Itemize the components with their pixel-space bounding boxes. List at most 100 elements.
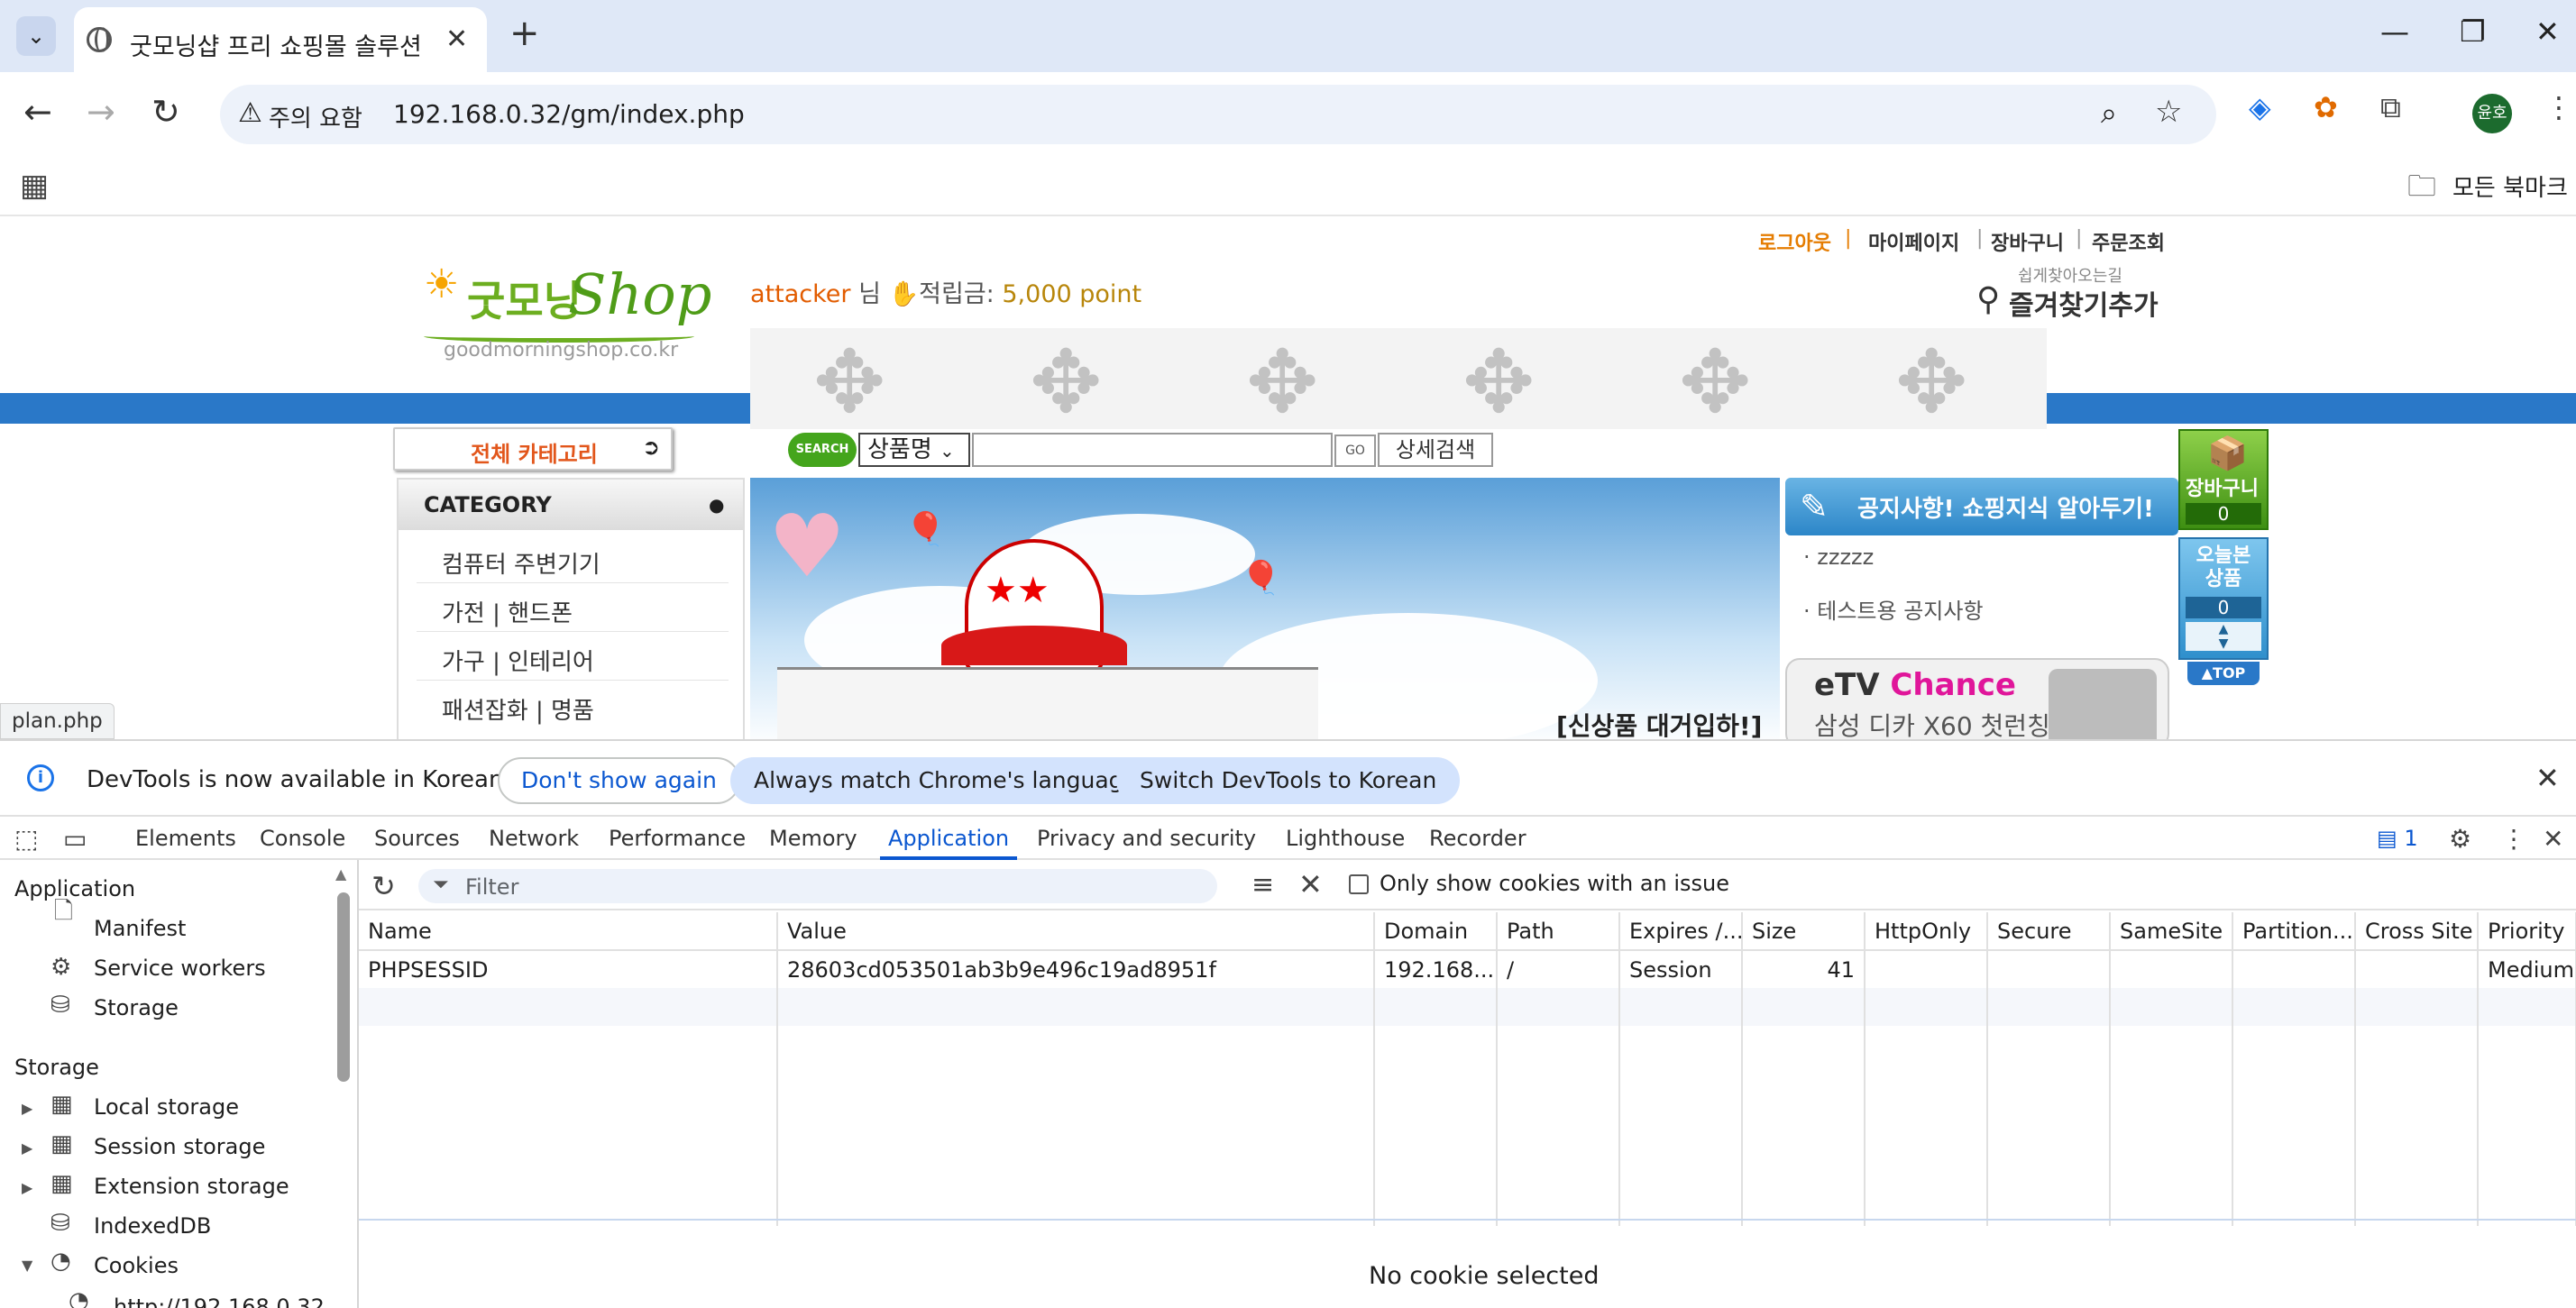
category-item[interactable]: 가전 | 핸드폰 [442,595,573,628]
column-header-size[interactable]: Size [1742,912,1866,951]
issues-counter[interactable]: ▤ 1 [2377,826,2418,851]
main-banner[interactable]: ♥ 🎈 🎈 ★★ [신상품 대거입하!] [750,478,1780,739]
folder-icon[interactable]: 🗀 [2407,166,2436,215]
cell-secure[interactable] [1987,950,2111,988]
zoom-icon[interactable]: ⌕ [2101,96,2117,131]
notice-header[interactable]: ✎ 공지사항! 쇼핑지식 알아두기! [1785,478,2178,535]
column-header-cross-site[interactable]: Cross Site [2355,912,2479,951]
column-header-domain[interactable]: Domain [1374,912,1498,951]
column-header-partition[interactable]: Partition... [2232,912,2356,951]
profile-avatar[interactable]: 윤호 [2472,94,2512,133]
search-type-select[interactable]: 상품명 ⌄ [858,433,970,467]
switch-to-korean-button[interactable]: Switch DevTools to Korean [1116,757,1461,804]
column-header-priority[interactable]: Priority [2478,912,2576,951]
menu-kebab-icon[interactable]: ⋮ [2544,90,2573,124]
column-header-samesite[interactable]: SameSite [2110,912,2233,951]
cell-expires[interactable]: Session [1619,950,1743,988]
tab-application[interactable]: Application [888,826,1009,851]
cell-size[interactable]: 41 [1742,950,1866,988]
inspect-element-icon[interactable]: ⬚ [14,824,38,854]
category-item[interactable]: 가구 | 인테리어 [442,644,594,677]
url-text[interactable]: 192.168.0.32/gm/index.php [393,99,745,129]
sidebar-item-extension-storage[interactable]: Extension storage [94,1174,289,1199]
column-header-secure[interactable]: Secure [1987,912,2111,951]
cell-value[interactable]: 28603cd053501ab3b9e496c19ad8951f [777,950,1375,988]
tab-recorder[interactable]: Recorder [1429,826,1526,851]
sidebar-item-storage[interactable]: Storage [94,995,179,1020]
tab-lighthouse[interactable]: Lighthouse [1286,826,1405,851]
scroll-arrows-icon[interactable]: ▲ ▼ [2186,622,2261,651]
refresh-icon[interactable]: ↻ [371,869,396,903]
warning-icon[interactable]: ⚠ [238,97,262,129]
match-chrome-language-button[interactable]: Always match Chrome's language [730,757,1160,804]
category-item[interactable]: 컴퓨터 주변기기 [442,546,600,580]
tab-search-button[interactable]: ⌄ [16,16,56,56]
security-label[interactable]: 주의 요함 [269,100,362,133]
sidebar-item-service-workers[interactable]: Service workers [94,956,266,981]
device-toolbar-icon[interactable]: ▭ [63,824,87,854]
cell-cross-site[interactable] [2355,950,2479,988]
cart-link[interactable]: 장바구니 [1991,227,2064,256]
tab-performance[interactable]: Performance [609,826,746,851]
tab-privacy-security[interactable]: Privacy and security [1037,826,1256,851]
tab-console[interactable]: Console [260,826,345,851]
notice-item-text[interactable]: 테스트용 공지사항 [1817,599,1983,624]
only-issues-checkbox[interactable] [1349,874,1369,894]
new-tab-button[interactable]: + [509,13,540,54]
side-cart-widget[interactable]: 📦 장바구니 0 [2178,429,2269,530]
cell-partition[interactable] [2232,950,2356,988]
all-category-button[interactable]: 전체 카테고리 ➲ [393,427,673,471]
scroll-up-arrow-icon[interactable]: ▲ [335,865,346,883]
table-row[interactable]: PHPSESSID 28603cd053501ab3b9e496c19ad895… [359,950,2576,988]
clear-all-cookies-icon[interactable]: ≡ [1251,869,1274,901]
notice-item[interactable]: · zzzzz [1803,544,1874,570]
order-lookup-link[interactable]: 주문조회 [2092,227,2165,256]
extensions-icon[interactable]: ⧉ [2380,90,2401,125]
restore-button[interactable]: ❐ [2460,14,2486,49]
minimize-button[interactable]: — [2380,14,2409,49]
column-header-expires[interactable]: Expires /... [1619,912,1743,951]
dont-show-again-button[interactable]: Don't show again [498,757,740,804]
sidebar-item-session-storage[interactable]: Session storage [94,1134,265,1159]
column-header-httponly[interactable]: HttpOnly [1865,912,1988,951]
column-header-value[interactable]: Value [777,912,1375,951]
tab-memory[interactable]: Memory [769,826,857,851]
sidebar-item-indexeddb[interactable]: IndexedDB [94,1213,211,1239]
top-button[interactable]: ▲TOP [2187,662,2260,685]
category-item[interactable]: 패션잡화 | 명품 [442,692,594,726]
filter-input[interactable]: ⏷ Filter [418,869,1217,903]
browser-tab[interactable]: 굿모닝샵 프리 쇼핑몰 솔루션 ✕ [74,7,487,72]
cell-path[interactable]: / [1497,950,1620,988]
back-icon[interactable]: ← [23,92,52,132]
cell-domain[interactable]: 192.168.... [1374,950,1498,988]
mypage-link[interactable]: 마이페이지 [1868,227,1959,256]
sidebar-item-manifest[interactable]: Manifest [94,916,186,941]
notice-item[interactable]: · 테스트용 공지사항 [1803,593,1984,625]
delete-selected-icon[interactable]: ✕ [1298,867,1323,901]
tab-elements[interactable]: Elements [135,826,236,851]
sidebar-scrollbar[interactable] [337,892,350,1082]
close-window-button[interactable]: ✕ [2535,14,2560,49]
close-devtools-icon[interactable]: ✕ [2543,824,2563,854]
close-banner-icon[interactable]: ✕ [2535,761,2560,795]
reload-icon[interactable]: ↻ [151,92,180,132]
column-header-name[interactable]: Name [359,912,778,951]
extension-cast-icon[interactable]: ◈ [2249,90,2271,124]
column-header-path[interactable]: Path [1497,912,1620,951]
collapse-triangle-icon[interactable]: ▼ [22,1257,32,1274]
expand-triangle-icon[interactable]: ▶ [22,1179,32,1196]
cell-priority[interactable]: Medium [2478,950,2576,988]
more-options-icon[interactable]: ⋮ [2501,824,2526,854]
settings-gear-icon[interactable]: ⚙ [2449,824,2471,854]
expand-triangle-icon[interactable]: ▶ [22,1100,32,1117]
sidebar-item-cookie-origin[interactable]: http://192.168.0.32 [114,1294,325,1308]
etv-banner[interactable]: eTV Chance 삼성 디카 X60 첫런칭 [1785,658,2169,739]
forward-icon[interactable]: → [87,92,115,132]
site-logo[interactable]: ☀ 굿모닝 Shop goodmorningshop.co.kr [424,261,712,379]
all-bookmarks-label[interactable]: 모든 북마크 [2452,169,2568,203]
only-issues-label[interactable]: Only show cookies with an issue [1380,871,1729,896]
address-bar[interactable]: ⚠ 주의 요함 192.168.0.32/gm/index.php ⌕ ☆ [220,85,2216,144]
apps-grid-icon[interactable]: ▦ [20,168,49,204]
sidebar-item-cookies[interactable]: Cookies [94,1253,179,1278]
sidebar-item-local-storage[interactable]: Local storage [94,1094,239,1120]
